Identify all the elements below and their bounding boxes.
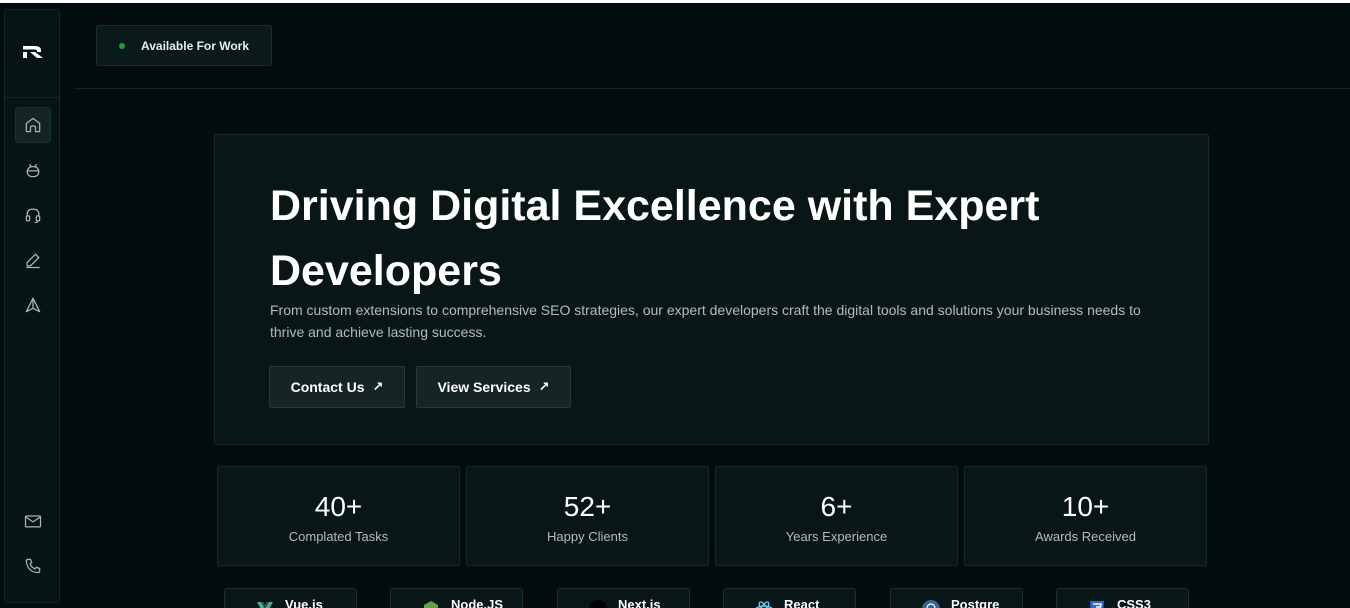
view-services-button[interactable]: View Services ↗: [416, 366, 571, 408]
phone-icon: [25, 558, 41, 574]
sidebar-item-android[interactable]: [15, 152, 51, 188]
mail-icon: [24, 515, 42, 528]
sidebar-item-send[interactable]: [15, 287, 51, 323]
stat-value: 40+: [314, 491, 363, 522]
tech-label: Node.JS: [451, 597, 504, 608]
stat-value: 52+: [563, 491, 612, 522]
tech-label: React: [784, 597, 820, 608]
logo-icon[interactable]: [21, 40, 45, 64]
pencil-icon: [26, 253, 40, 269]
hero-description: From custom extensions to comprehensive …: [270, 302, 1141, 340]
view-services-label: View Services: [437, 379, 531, 395]
tech-chip-postgres[interactable]: Postgre: [890, 588, 1023, 608]
sidebar-item-mail[interactable]: [15, 503, 51, 539]
nextjs-icon: [589, 600, 607, 608]
stat-label: Years Experience: [785, 529, 888, 544]
tech-chip-nodejs[interactable]: Node.JS: [390, 588, 523, 608]
stat-label: Happy Clients: [547, 529, 628, 544]
stat-card-experience: 6+ Years Experience: [715, 466, 958, 566]
tech-label: Postgre: [951, 597, 1000, 608]
tech-chip-nextjs[interactable]: Next.js: [557, 588, 690, 608]
vue-icon: [257, 602, 273, 608]
postgres-icon: [922, 600, 940, 608]
tech-label: Vue.js: [285, 597, 323, 608]
nodejs-icon: [424, 601, 438, 608]
css3-icon: [1090, 601, 1104, 608]
tech-label: CSS3: [1117, 597, 1151, 608]
sidebar-item-support[interactable]: [15, 197, 51, 233]
hero-title: Driving Digital Excellence with Expert D…: [270, 182, 1040, 295]
sidebar-divider: [5, 97, 59, 98]
stat-label: Awards Received: [1035, 529, 1136, 544]
stat-card-clients: 52+ Happy Clients: [466, 466, 709, 566]
sidebar-item-phone[interactable]: [15, 548, 51, 584]
hero-card: Driving Digital Excellence with Expert D…: [214, 134, 1209, 445]
stat-value: 10+: [1061, 491, 1110, 522]
stat-card-tasks: 40+ Complated Tasks: [217, 466, 460, 566]
top-header: Available For Work: [74, 3, 1350, 89]
send-icon: [25, 297, 41, 313]
stat-label: Complated Tasks: [288, 529, 389, 544]
react-icon: [755, 601, 773, 608]
availability-badge: Available For Work: [96, 25, 272, 66]
tech-chip-react[interactable]: React: [723, 588, 856, 608]
sidebar-item-edit[interactable]: [15, 242, 51, 278]
stat-value: 6+: [820, 491, 853, 522]
availability-label: Available For Work: [141, 38, 250, 53]
tech-chip-css3[interactable]: CSS3: [1056, 588, 1189, 608]
home-icon: [25, 117, 41, 133]
sidebar-item-home[interactable]: [15, 107, 51, 143]
contact-us-button[interactable]: Contact Us ↗: [269, 366, 405, 408]
arrow-up-right-icon: ↗: [372, 379, 384, 394]
tech-label: Next.js: [618, 597, 661, 608]
sidebar: [4, 9, 60, 603]
arrow-up-right-icon: ↗: [538, 379, 550, 394]
contact-us-label: Contact Us: [290, 379, 365, 395]
android-icon: [26, 163, 40, 178]
tech-chip-vue[interactable]: Vue.js: [224, 588, 357, 608]
headset-icon: [25, 208, 41, 224]
stat-card-awards: 10+ Awards Received: [964, 466, 1207, 566]
status-dot: [119, 42, 125, 49]
